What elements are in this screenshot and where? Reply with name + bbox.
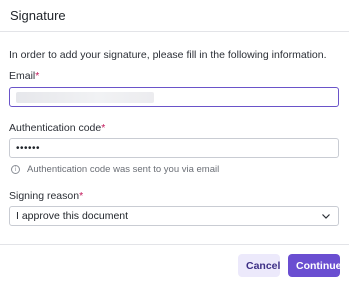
signing-reason-select[interactable]: I approve this document bbox=[9, 206, 339, 226]
email-label: Email* bbox=[9, 70, 39, 82]
signing-reason-label-text: Signing reason bbox=[9, 190, 80, 202]
auth-code-hint: i Authentication code was sent to you vi… bbox=[11, 164, 219, 175]
info-icon: i bbox=[11, 165, 20, 174]
required-mark: * bbox=[79, 190, 84, 202]
dialog-title: Signature bbox=[10, 8, 66, 23]
auth-code-label: Authentication code* bbox=[9, 122, 105, 134]
required-mark: * bbox=[35, 70, 40, 82]
auth-code-value: •••••• bbox=[16, 142, 41, 154]
signing-reason-value: I approve this document bbox=[16, 210, 129, 222]
required-mark: * bbox=[101, 122, 106, 134]
chevron-down-icon bbox=[322, 213, 330, 219]
auth-code-hint-text: Authentication code was sent to you via … bbox=[27, 164, 220, 175]
auth-code-field[interactable]: •••••• bbox=[9, 138, 339, 158]
dialog-header: Signature bbox=[0, 0, 349, 32]
email-label-text: Email bbox=[9, 70, 36, 82]
auth-code-label-text: Authentication code bbox=[9, 122, 102, 134]
intro-text: In order to add your signature, please f… bbox=[9, 49, 327, 61]
email-value-redacted bbox=[16, 91, 154, 103]
email-field[interactable] bbox=[9, 87, 339, 107]
continue-button[interactable]: Continue bbox=[288, 254, 342, 277]
cancel-button[interactable]: Cancel bbox=[238, 254, 280, 277]
signing-reason-label: Signing reason* bbox=[9, 190, 83, 202]
